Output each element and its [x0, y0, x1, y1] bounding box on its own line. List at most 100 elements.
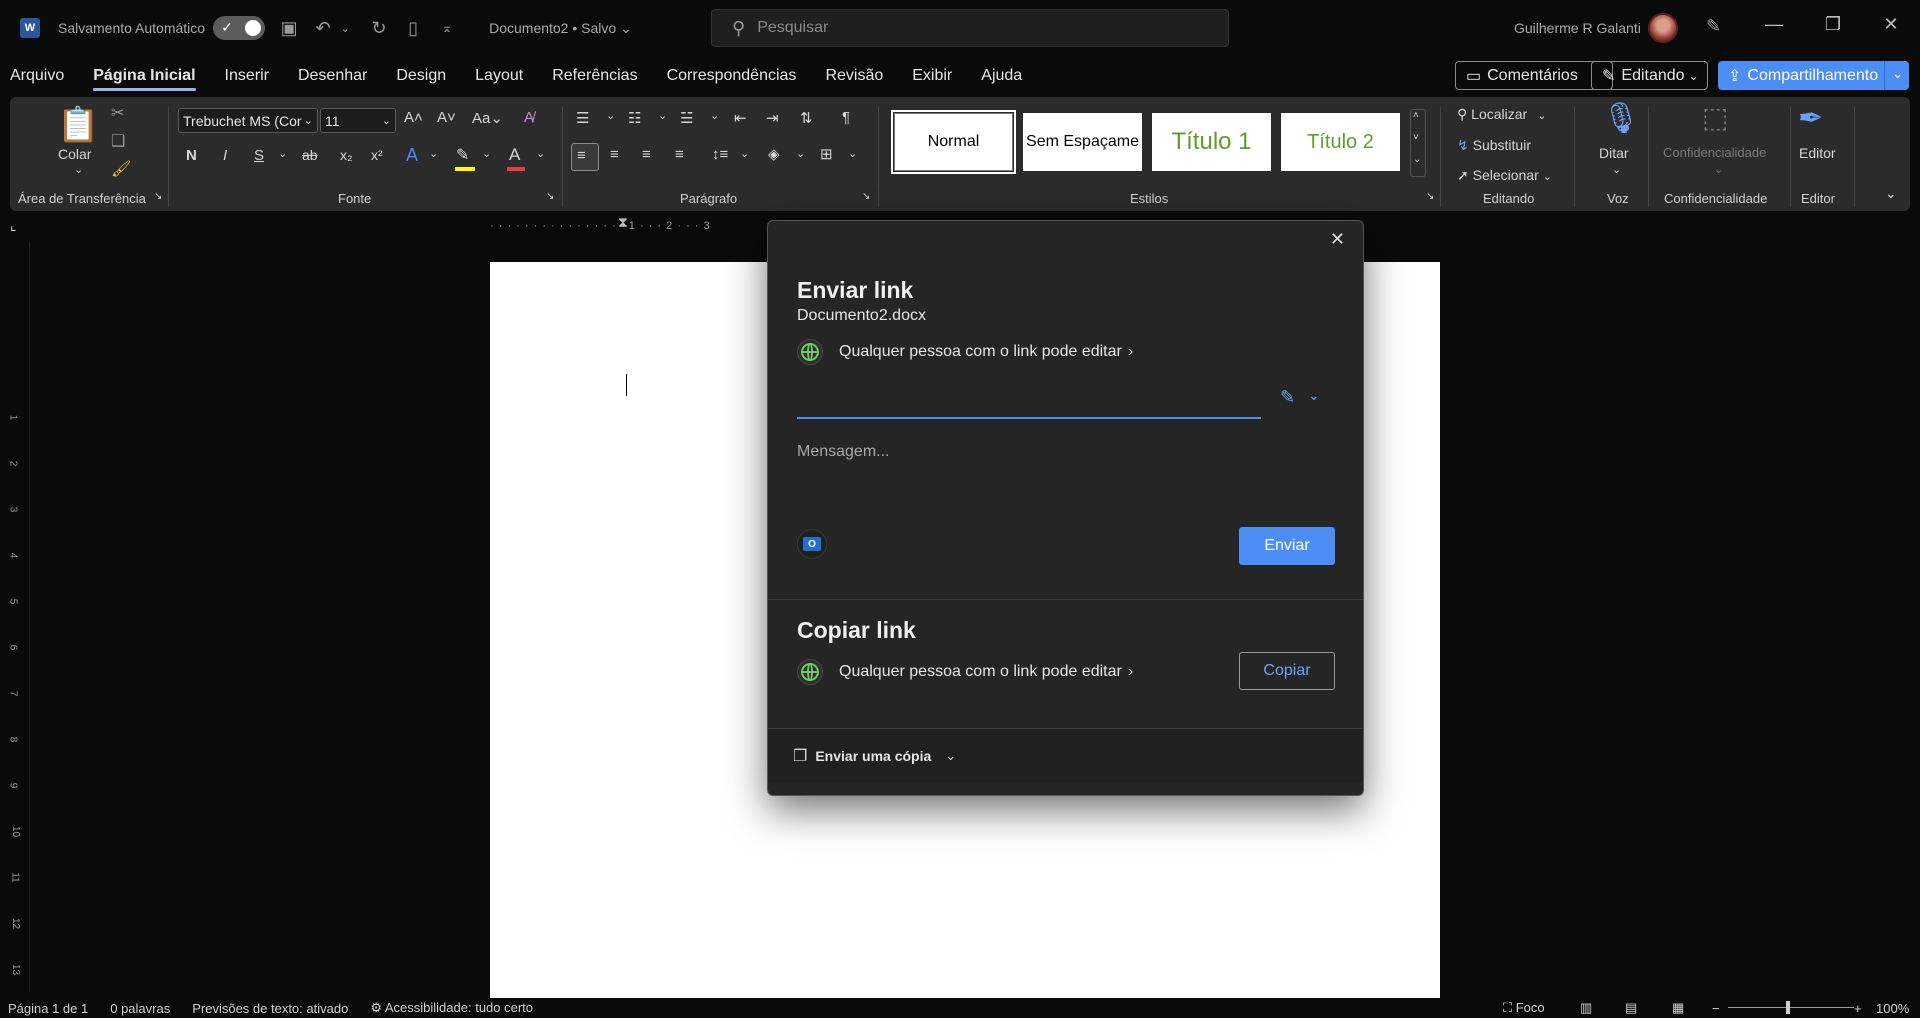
- bold-button[interactable]: N: [186, 147, 197, 164]
- numbering-icon[interactable]: ☷: [628, 109, 641, 127]
- styles-up-icon[interactable]: ˄: [1413, 110, 1419, 121]
- numbering-chevron-icon[interactable]: ⌄: [658, 109, 667, 122]
- line-spacing-chevron-icon[interactable]: ⌄: [740, 147, 749, 160]
- sort-icon[interactable]: ⇅: [800, 109, 813, 127]
- text-effects-icon[interactable]: A: [406, 145, 418, 166]
- dictate-label[interactable]: Ditar: [1599, 145, 1629, 161]
- font-color-chevron-icon[interactable]: ⌄: [536, 147, 545, 160]
- avatar[interactable]: [1648, 13, 1678, 43]
- font-size-box[interactable]: 11 ⌄: [320, 108, 396, 133]
- style-heading-1[interactable]: Título 1: [1152, 113, 1271, 171]
- zoom-slider-thumb[interactable]: [1786, 1001, 1790, 1014]
- document-title[interactable]: Documento2 • Salvo ⌄: [489, 20, 632, 37]
- restore-icon[interactable]: ❐: [1818, 14, 1848, 35]
- web-layout-icon[interactable]: ▦: [1672, 1000, 1684, 1016]
- read-mode-icon[interactable]: ▥: [1580, 1000, 1592, 1016]
- tab-pagina-inicial[interactable]: Página Inicial: [93, 67, 196, 91]
- grow-font-icon[interactable]: A˄: [404, 109, 423, 126]
- borders-chevron-icon[interactable]: ⌄: [848, 147, 857, 160]
- superscript-icon[interactable]: x²: [371, 147, 383, 163]
- tab-selector-icon[interactable]: ⌞: [10, 217, 17, 234]
- tab-inserir[interactable]: Inserir: [225, 67, 269, 85]
- tab-design[interactable]: Design: [396, 67, 446, 85]
- focus-button[interactable]: ⛶ Foco: [1503, 1000, 1545, 1016]
- share-chevron-icon[interactable]: ⌄: [1892, 66, 1903, 82]
- page-count[interactable]: Página 1 de 1: [8, 1001, 88, 1016]
- highlight-icon[interactable]: ✎: [456, 145, 469, 165]
- increase-indent-icon[interactable]: ⇥: [766, 109, 779, 127]
- align-center-icon[interactable]: ≡: [610, 146, 619, 163]
- zoom-slider[interactable]: [1728, 1007, 1854, 1008]
- outlook-icon[interactable]: O: [797, 529, 827, 559]
- underline-button[interactable]: S: [254, 147, 264, 164]
- align-left-button[interactable]: ≡: [571, 143, 599, 171]
- justify-icon[interactable]: ≡: [675, 146, 684, 163]
- shrink-font-icon[interactable]: A˅: [437, 109, 456, 126]
- copy-icon[interactable]: ❏: [111, 131, 125, 151]
- indent-marker-icon[interactable]: ⧗: [618, 214, 628, 231]
- select-button[interactable]: ➚ Selecionar ⌄: [1457, 167, 1552, 184]
- word-count[interactable]: 0 palavras: [110, 1001, 170, 1016]
- cut-icon[interactable]: ✂: [111, 103, 124, 123]
- format-painter-icon[interactable]: 🖌: [111, 159, 131, 179]
- borders-icon[interactable]: ⊞: [820, 145, 833, 163]
- tab-revisao[interactable]: Revisão: [825, 67, 883, 85]
- message-field[interactable]: [797, 443, 1337, 503]
- redo-icon[interactable]: ↻: [369, 18, 389, 39]
- tab-referencias[interactable]: Referências: [552, 67, 637, 85]
- ribbon-collapse-icon[interactable]: ⌄: [1885, 185, 1897, 202]
- send-button[interactable]: Enviar: [1239, 527, 1335, 565]
- designer-pen-icon[interactable]: ✎: [1706, 16, 1721, 37]
- styles-launcher-icon[interactable]: ↘: [1426, 191, 1434, 202]
- text-predictions-status[interactable]: Previsões de texto: ativado: [192, 1001, 348, 1016]
- tab-ajuda[interactable]: Ajuda: [981, 67, 1022, 85]
- dictate-chevron-icon[interactable]: ⌄: [1612, 163, 1621, 176]
- line-spacing-icon[interactable]: ↕≡: [712, 146, 728, 163]
- subscript-icon[interactable]: x₂: [340, 147, 352, 163]
- clear-formatting-icon[interactable]: A̸: [524, 109, 534, 126]
- font-name-box[interactable]: Trebuchet MS (Cor ⌄: [178, 108, 318, 133]
- comments-button[interactable]: ▭ Comentários: [1455, 61, 1613, 90]
- font-color-icon[interactable]: A: [509, 145, 520, 165]
- edit-permission-icon[interactable]: ✎: [1280, 387, 1295, 408]
- recipient-input[interactable]: [797, 361, 1261, 389]
- minimize-icon[interactable]: —: [1759, 14, 1789, 35]
- multilevel-chevron-icon[interactable]: ⌄: [710, 109, 719, 122]
- copy-button[interactable]: Copiar: [1239, 652, 1335, 690]
- strikethrough-icon[interactable]: ab: [302, 147, 318, 163]
- styles-down-icon[interactable]: ˅: [1413, 132, 1419, 143]
- paragraph-launcher-icon[interactable]: ↘: [862, 191, 870, 202]
- zoom-out-icon[interactable]: −: [1712, 1001, 1720, 1016]
- shading-icon[interactable]: ◈: [768, 145, 780, 163]
- save-icon[interactable]: ▣: [279, 18, 299, 39]
- close-window-icon[interactable]: ✕: [1876, 14, 1906, 35]
- shading-chevron-icon[interactable]: ⌄: [796, 147, 805, 160]
- bullets-icon[interactable]: ☰: [576, 109, 589, 127]
- autosave-toggle[interactable]: ✓: [213, 16, 266, 40]
- editing-mode-button[interactable]: ✎ Editando ⌄: [1591, 61, 1708, 90]
- permission-chevron-icon[interactable]: ⌄: [1308, 387, 1320, 404]
- user-name[interactable]: Guilherme R Galanti: [1514, 20, 1641, 36]
- tab-exibir[interactable]: Exibir: [912, 67, 952, 85]
- close-icon[interactable]: ✕: [1330, 229, 1345, 250]
- customize-toolbar-icon[interactable]: ⌅: [437, 20, 457, 36]
- find-button[interactable]: ⚲ Localizar ⌄: [1457, 106, 1546, 123]
- replace-button[interactable]: ↯ Substituir: [1457, 137, 1531, 154]
- microphone-icon[interactable]: 🎙: [1602, 101, 1640, 136]
- undo-icon[interactable]: ↶: [313, 18, 333, 39]
- style-no-spacing[interactable]: Sem Espaçame: [1023, 113, 1142, 171]
- tab-desenhar[interactable]: Desenhar: [298, 67, 367, 85]
- styles-more-icon[interactable]: ⌄: [1413, 154, 1421, 165]
- highlight-chevron-icon[interactable]: ⌄: [482, 147, 491, 160]
- tab-layout[interactable]: Layout: [475, 67, 523, 85]
- editor-icon[interactable]: ✒: [1798, 101, 1823, 136]
- copy-permission-row[interactable]: Qualquer pessoa com o link pode editar ›: [797, 659, 1133, 685]
- tab-correspondencias[interactable]: Correspondências: [667, 67, 797, 85]
- text-effects-chevron-icon[interactable]: ⌄: [429, 147, 438, 160]
- style-normal[interactable]: Normal: [891, 110, 1016, 174]
- accessibility-status[interactable]: ⚙ Acessibilidade: tudo certo: [370, 1000, 533, 1016]
- send-copy-row[interactable]: ❐ Enviar uma cópia ⌄: [768, 729, 1363, 783]
- decrease-indent-icon[interactable]: ⇤: [734, 109, 747, 127]
- italic-button[interactable]: I: [223, 147, 227, 164]
- paste-icon[interactable]: 📋: [57, 105, 99, 145]
